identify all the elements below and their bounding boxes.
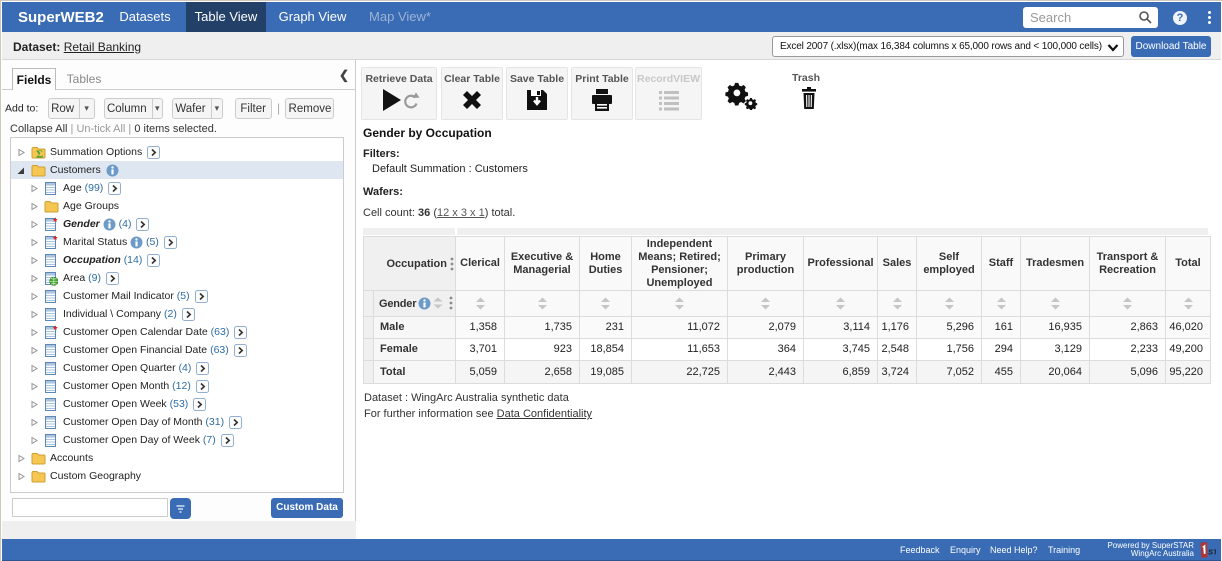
svg-text:ST: ST <box>1208 548 1216 557</box>
svg-text:Σ: Σ <box>36 148 43 159</box>
